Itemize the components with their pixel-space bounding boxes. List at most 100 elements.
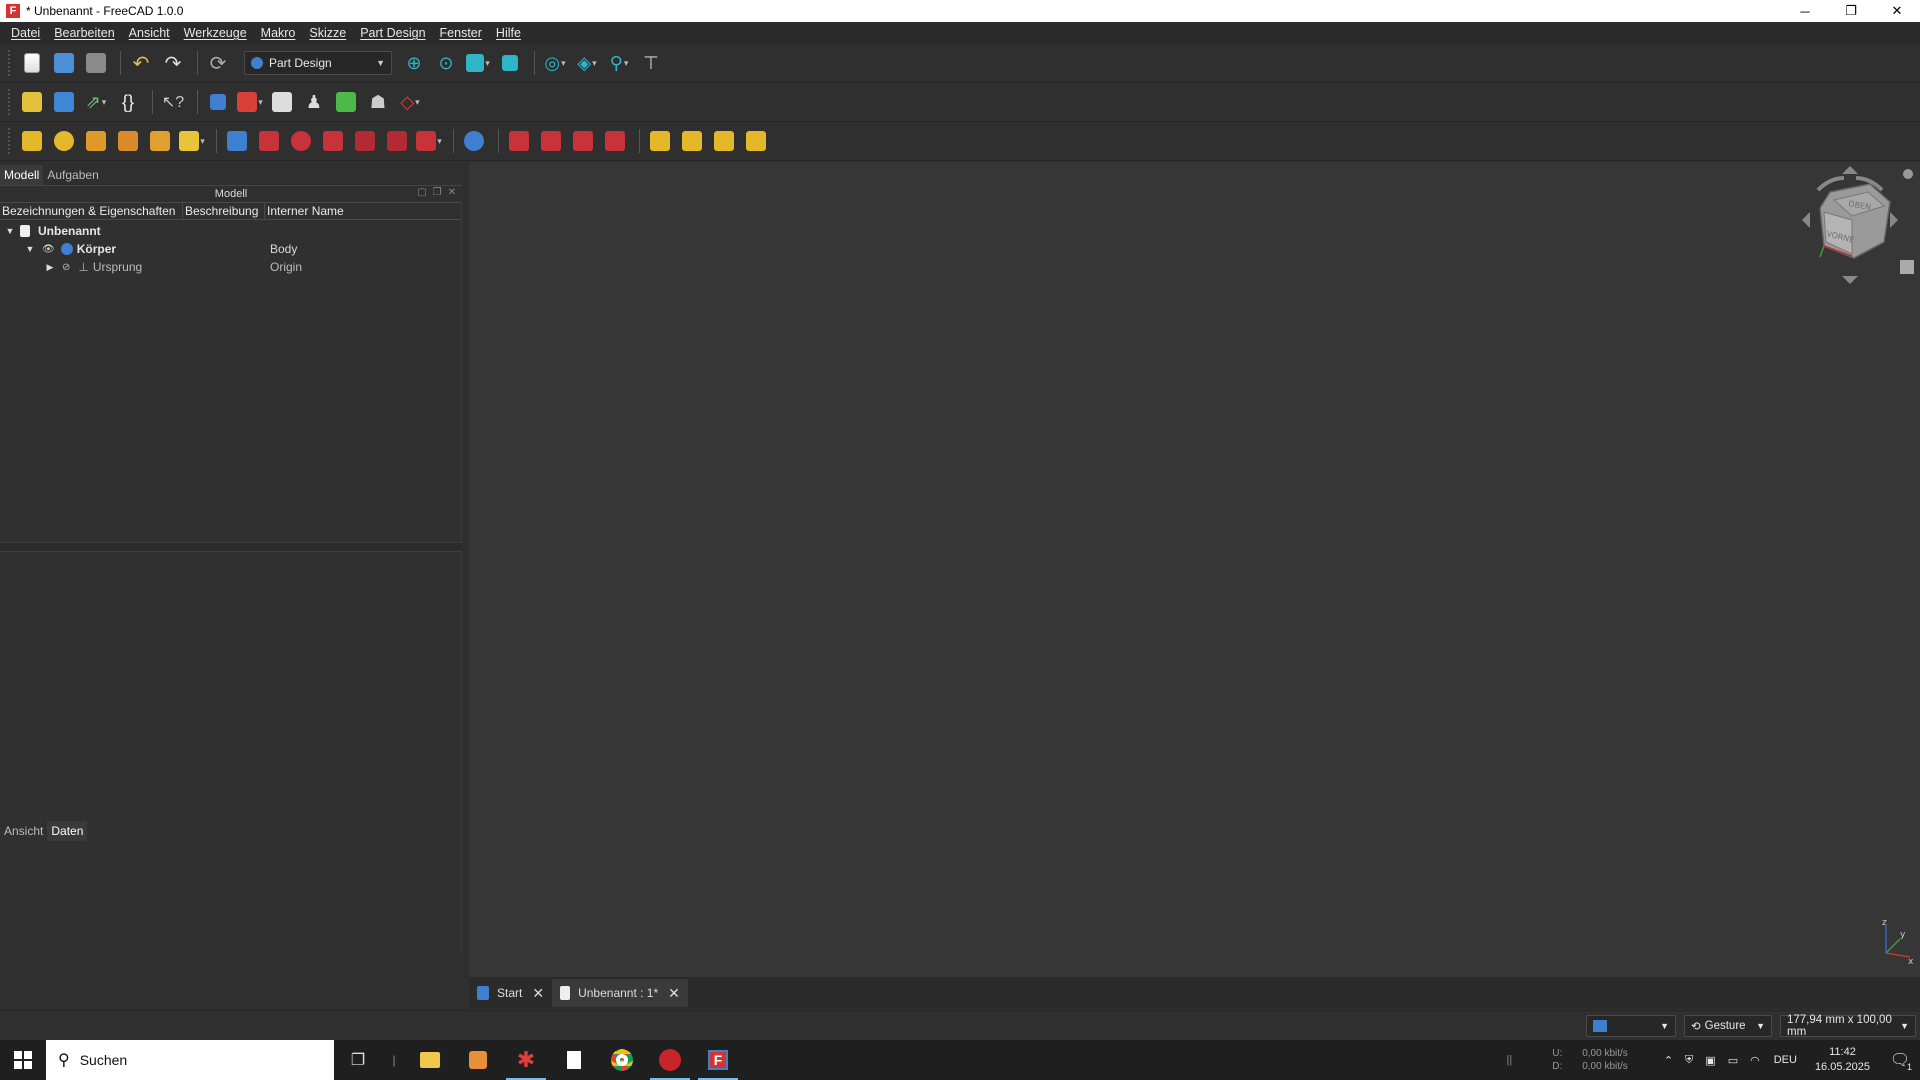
tree-item-origin[interactable]: ▶ ⊘ ⊥ Ursprung Origin [0,258,461,276]
toolbar-grip[interactable] [8,128,12,154]
taskbar-app-notepad[interactable] [550,1040,598,1080]
collapse-arrow-icon[interactable]: ▼ [24,244,36,254]
polar-pattern-button[interactable] [710,127,738,155]
create-link-button[interactable]: ⇗ [82,88,110,116]
close-tab-icon[interactable]: ✕ [668,985,680,1002]
menu-werkzeuge[interactable]: Werkzeuge [177,26,254,40]
tree-item-document[interactable]: ▼ Unbenannt [0,222,461,240]
mirrored-button[interactable] [646,127,674,155]
menu-makro[interactable]: Makro [254,26,303,40]
windows-start-button[interactable] [0,1040,46,1080]
taskbar-app-solidworks[interactable] [646,1040,694,1080]
taskbar-app-explorer[interactable] [406,1040,454,1080]
defender-shield-icon[interactable]: ⛨ [1685,1054,1693,1067]
tab-modell[interactable]: Modell [0,165,44,185]
pocket-button[interactable] [223,127,251,155]
undo-button[interactable]: ↶ [127,49,155,77]
sub-shape-binder-button[interactable]: ☗ [364,88,392,116]
draft-button[interactable] [569,127,597,155]
tab-daten[interactable]: Daten [47,821,88,841]
save-document-button[interactable] [82,49,110,77]
selection-filter-button[interactable]: ◈ [573,49,601,77]
redo-button[interactable]: ↷ [159,49,187,77]
create-body-button[interactable] [204,88,232,116]
dimension-readout[interactable]: 177,94 mm x 100,00 mm ▼ [1780,1014,1916,1038]
loft-button[interactable] [82,127,110,155]
menu-skizze[interactable]: Skizze [302,26,353,40]
workbench-selector[interactable]: Part Design ▼ [244,51,392,75]
whats-this-button[interactable]: ↖? [159,88,187,116]
create-part-button[interactable] [18,88,46,116]
menu-fenster[interactable]: Fenster [433,26,489,40]
helix-button[interactable] [146,127,174,155]
boolean-button[interactable] [460,127,488,155]
additive-primitive-button[interactable] [178,127,206,155]
taskbar-app-chrome[interactable] [598,1040,646,1080]
taskbar-app-freecad[interactable]: F [694,1040,742,1080]
menu-part-design[interactable]: Part Design [353,26,432,40]
collapse-arrow-icon[interactable]: ▼ [4,226,16,236]
taskbar-clock[interactable]: 11:42 16.05.2025 [1815,1045,1870,1075]
toolbar-grip[interactable] [8,50,12,76]
subtractive-helix-button[interactable] [383,127,411,155]
subtractive-primitive-button[interactable] [415,127,443,155]
panel-splitter[interactable] [0,542,462,552]
close-window-button[interactable]: ✕ [1874,0,1920,22]
menu-hilfe[interactable]: Hilfe [489,26,528,40]
navcube-rotate-left-icon[interactable] [1816,176,1845,192]
menu-datei[interactable]: Datei [4,26,47,40]
column-header-labels[interactable]: Bezeichnungen & Eigenschaften [0,203,183,219]
show-hidden-icons-chevron-icon[interactable]: ⌃ [1664,1054,1673,1067]
fit-all-button[interactable]: ⊕ [400,49,428,77]
thickness-button[interactable] [601,127,629,155]
datum-plane-button[interactable]: ◇ [396,88,424,116]
standard-views-button[interactable] [464,49,492,77]
pipe-button[interactable] [114,127,142,155]
close-tab-icon[interactable]: ✕ [532,985,544,1002]
restore-button[interactable]: ❐ [1828,0,1874,22]
3d-viewport[interactable]: OBEN VORNE z y x [469,162,1920,977]
subtractive-pipe-button[interactable] [351,127,379,155]
task-view-button[interactable]: ❐ [334,1040,382,1080]
navigation-style-selector[interactable]: ⟲ Gesture ▼ [1684,1015,1772,1037]
create-sketch-button[interactable] [236,88,264,116]
fillet-button[interactable] [505,127,533,155]
navigation-cube[interactable]: OBEN VORNE [1780,162,1920,292]
clone-button[interactable] [332,88,360,116]
menu-bearbeiten[interactable]: Bearbeiten [47,26,121,40]
open-document-button[interactable] [50,49,78,77]
taskbar-app-media[interactable] [454,1040,502,1080]
pad-button[interactable] [18,127,46,155]
notification-center-button[interactable]: 🗨 1 [1880,1040,1920,1080]
draw-style-button[interactable]: ◎ [541,49,569,77]
new-document-button[interactable] [18,49,46,77]
dock-close-icon[interactable]: ✕ [448,187,456,198]
minimize-button[interactable]: ─ [1782,0,1828,22]
measure-distance-button[interactable]: ⊤ [637,49,665,77]
tab-unbenannt[interactable]: Unbenannt : 1* ✕ [552,979,688,1007]
multi-transform-button[interactable] [742,127,770,155]
column-header-internal-name[interactable]: Interner Name [265,203,461,219]
create-group-button[interactable] [50,88,78,116]
tree-item-body[interactable]: ▼ 👁 Körper Body [0,240,461,258]
device-icon[interactable]: ▣ [1705,1054,1715,1067]
dock-float-icon[interactable]: ▢ [417,187,426,198]
taskbar-search[interactable]: ⚲ Suchen [46,1040,334,1080]
visibility-eye-icon[interactable]: 👁 [42,244,55,255]
validate-sketch-button[interactable] [268,88,296,116]
wifi-icon[interactable]: ◠ [1750,1054,1760,1067]
dock-restore-icon[interactable]: ❐ [433,187,442,198]
revolution-button[interactable] [50,127,78,155]
tab-aufgaben[interactable]: Aufgaben [43,165,102,185]
tab-start[interactable]: Start ✕ [469,979,552,1007]
groove-button[interactable] [287,127,315,155]
tab-ansicht[interactable]: Ansicht [0,821,47,841]
chamfer-button[interactable] [537,127,565,155]
variable-set-button[interactable]: {} [114,88,142,116]
toolbar-grip[interactable] [8,89,12,115]
taskbar-app-solidworks-gear[interactable]: ✱ [502,1040,550,1080]
draw-style-selector[interactable]: ▼ [1586,1015,1676,1037]
menu-ansicht[interactable]: Ansicht [122,26,177,40]
subtractive-loft-button[interactable] [319,127,347,155]
bounding-box-button[interactable] [496,49,524,77]
